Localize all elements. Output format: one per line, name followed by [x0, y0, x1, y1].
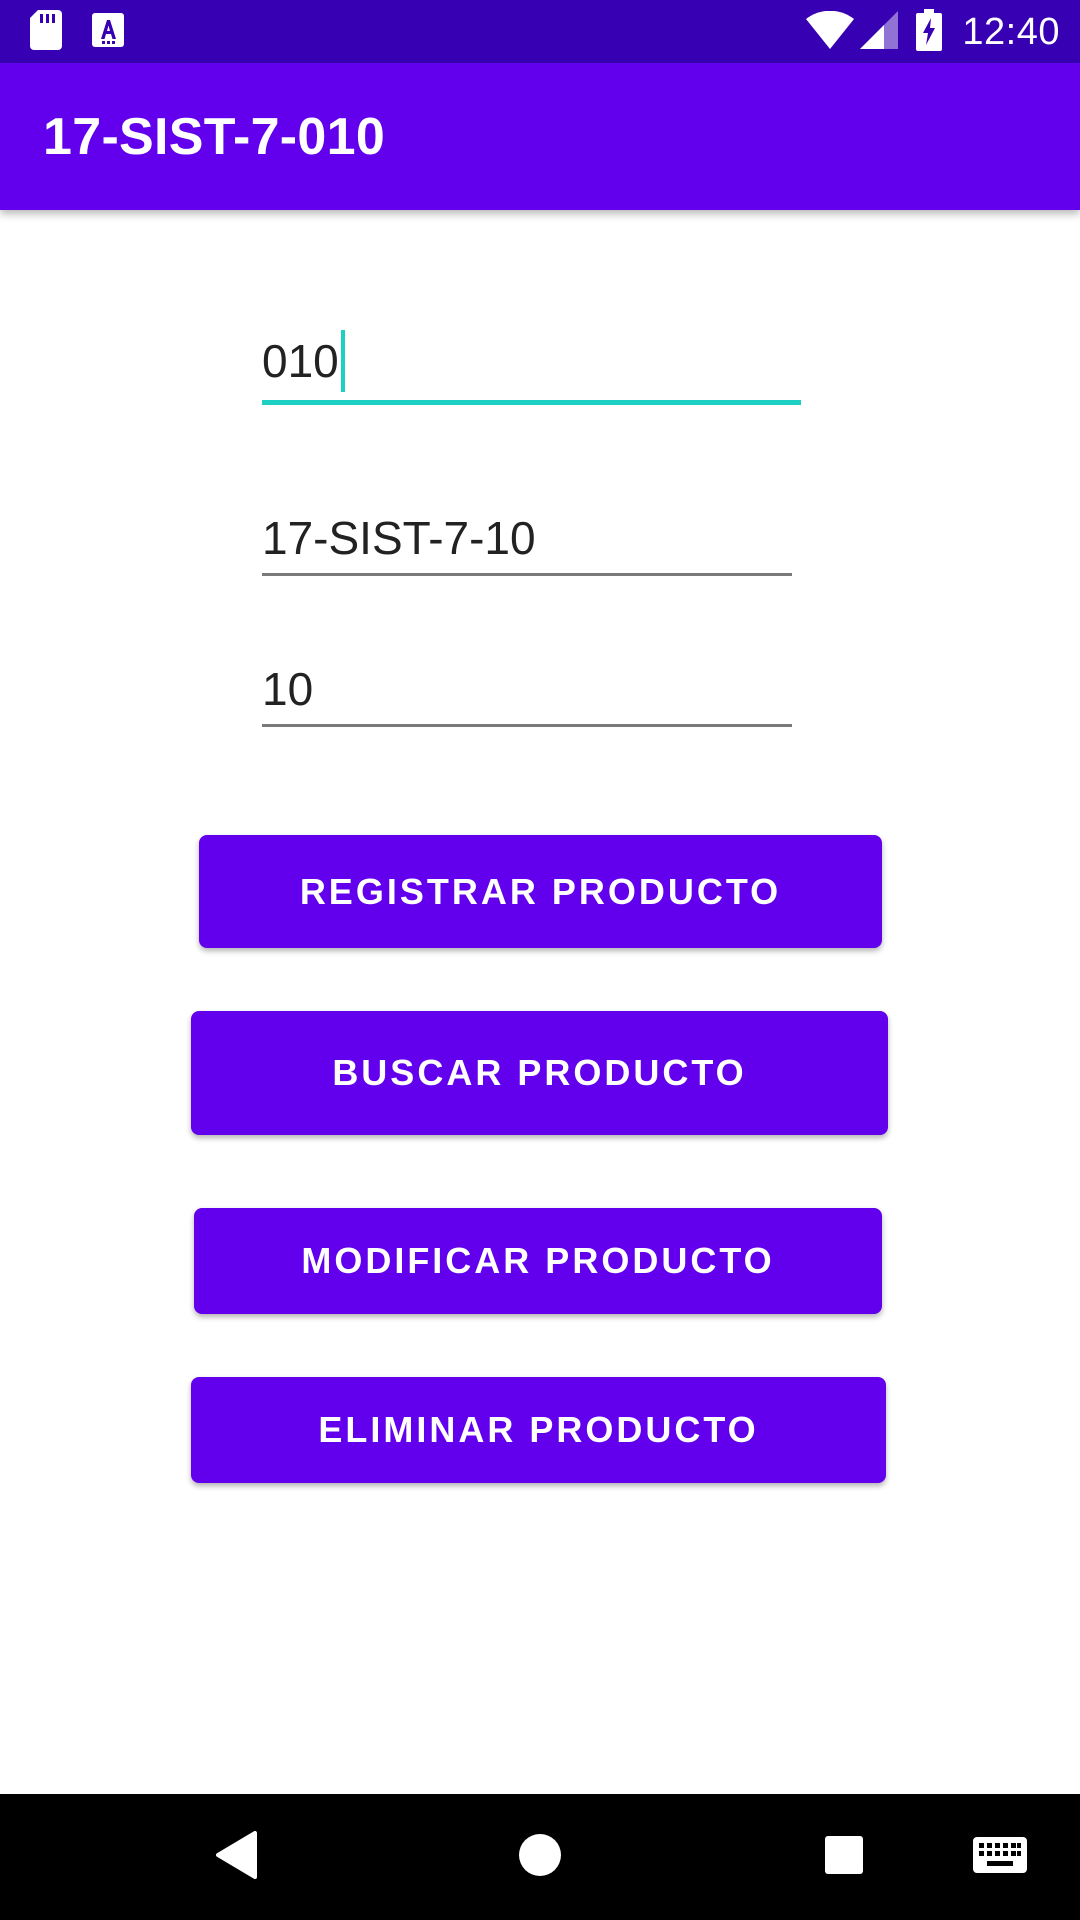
battery-charging-icon — [916, 8, 943, 56]
home-icon — [518, 1833, 562, 1882]
back-icon — [215, 1830, 257, 1884]
keyboard-switch-button[interactable] — [962, 1794, 1038, 1920]
cell-signal-icon — [860, 10, 899, 54]
home-button[interactable] — [500, 1794, 580, 1920]
register-product-button[interactable]: REGISTRAR PRODUCTO — [199, 835, 882, 948]
recents-button[interactable] — [804, 1794, 884, 1920]
code-input-value: 010 — [262, 335, 339, 387]
delete-product-button[interactable]: ELIMINAR PRODUCTO — [191, 1377, 886, 1483]
modify-product-button[interactable]: MODIFICAR PRODUCTO — [194, 1208, 882, 1314]
search-product-button[interactable]: BUSCAR PRODUCTO — [191, 1011, 888, 1135]
status-bar: 12:40 — [0, 0, 1080, 63]
wifi-icon — [806, 10, 855, 54]
app-title: 17-SIST-7-010 — [43, 108, 386, 166]
price-input-value: 10 — [262, 663, 314, 715]
description-input[interactable]: 17-SIST-7-10 — [262, 503, 792, 576]
font-download-icon — [92, 12, 124, 52]
keyboard-icon — [973, 1836, 1027, 1878]
status-time: 12:40 — [962, 10, 1060, 53]
sd-card-icon — [30, 9, 62, 55]
price-input[interactable]: 10 — [262, 654, 792, 727]
recents-icon — [824, 1835, 864, 1880]
navigation-bar — [0, 1794, 1080, 1920]
text-cursor — [340, 330, 345, 392]
description-input-value: 17-SIST-7-10 — [262, 512, 536, 564]
back-button[interactable] — [196, 1794, 276, 1920]
app-screen: 12:40 17-SIST-7-010 010 17-SIST-7-10 10 … — [0, 0, 1080, 1920]
code-input[interactable]: 010 — [262, 330, 801, 405]
app-bar: 17-SIST-7-010 — [0, 63, 1080, 210]
